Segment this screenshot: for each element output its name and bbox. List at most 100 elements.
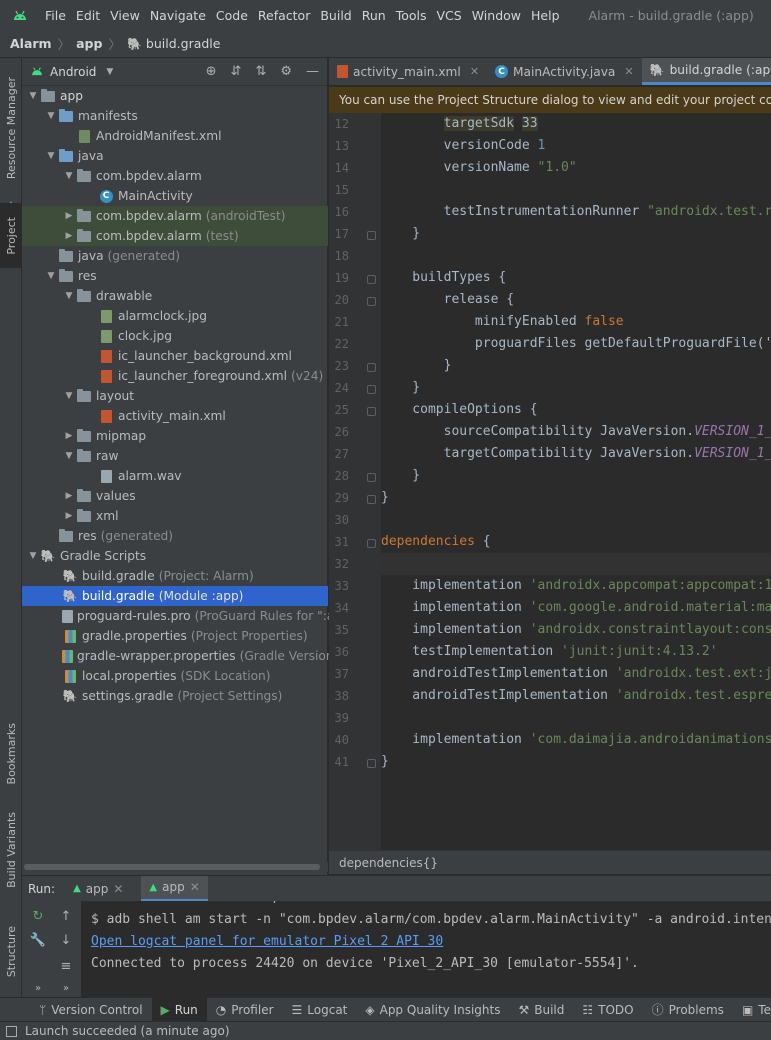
chevron-right-icon[interactable]: ▶ bbox=[62, 491, 76, 501]
chevron-down-icon[interactable]: ▼ bbox=[44, 271, 58, 281]
menu-help[interactable]: Help bbox=[526, 8, 565, 23]
code-editor[interactable]: targetSdk 33 versionCode 1 versionName "… bbox=[381, 113, 771, 850]
tab-build-gradle[interactable]: 🐘build.gradle (:app)✕ bbox=[641, 58, 771, 85]
arrow-down-icon[interactable]: ↓ bbox=[56, 931, 76, 949]
chevron-right-icon[interactable]: ▶ bbox=[62, 431, 76, 441]
tree-item[interactable]: C MainActivity bbox=[22, 186, 328, 206]
chevron-down-icon[interactable]: ▼ bbox=[106, 67, 113, 77]
status-message[interactable]: Launch succeeded (a minute ago) bbox=[25, 1024, 230, 1038]
tree-item[interactable]: ▼ 🐘 Gradle Scripts bbox=[22, 546, 328, 566]
tree-item[interactable]: gradle-wrapper.properties (Gradle Version… bbox=[22, 646, 338, 666]
menu-view[interactable]: View bbox=[105, 8, 145, 23]
bookmarks-tab[interactable]: Bookmarks bbox=[0, 714, 22, 794]
fold-marker-icon[interactable] bbox=[367, 407, 376, 416]
close-icon[interactable]: ✕ bbox=[190, 880, 200, 894]
menu-vcs[interactable]: VCS bbox=[432, 8, 467, 23]
tree-item[interactable]: ▼ app bbox=[22, 86, 328, 106]
breadcrumb-file[interactable]: build.gradle bbox=[146, 36, 221, 51]
tree-item[interactable]: ▶ com.bpdev.alarm (test) bbox=[22, 226, 328, 246]
soft-wrap-icon[interactable]: ≡ bbox=[56, 957, 76, 975]
app-quality-insights-tab[interactable]: ◈ App Quality Insights bbox=[356, 998, 509, 1022]
tree-item[interactable]: proguard-rules.pro (ProGuard Rules for ":… bbox=[22, 606, 360, 626]
build-tab[interactable]: ⚒ Build bbox=[509, 998, 573, 1022]
breadcrumb-project[interactable]: Alarm bbox=[10, 36, 52, 51]
tree-item[interactable]: 🐘 settings.gradle (Project Settings) bbox=[22, 686, 328, 706]
menu-window[interactable]: Window bbox=[467, 8, 526, 23]
menu-file[interactable]: File bbox=[40, 8, 71, 23]
more-icon[interactable]: » bbox=[28, 979, 48, 997]
chevron-down-icon[interactable]: ▼ bbox=[44, 151, 58, 161]
fold-marker-icon[interactable] bbox=[367, 495, 376, 504]
close-icon[interactable]: ✕ bbox=[113, 882, 123, 896]
structure-tab[interactable]: Structure bbox=[0, 916, 22, 988]
tree-item[interactable]: ▼ raw bbox=[22, 446, 328, 466]
expand-all-icon[interactable]: ⇵ bbox=[231, 64, 242, 79]
profiler-tab[interactable]: ◔ Profiler bbox=[207, 998, 283, 1022]
menu-run[interactable]: Run bbox=[357, 8, 391, 23]
chevron-down-icon[interactable]: ▼ bbox=[62, 291, 76, 301]
fold-marker-icon[interactable] bbox=[367, 275, 376, 284]
chevron-right-icon[interactable]: ▶ bbox=[62, 211, 76, 221]
wrench-icon[interactable]: 🔧 bbox=[28, 931, 48, 949]
tree-item[interactable]: ▼ res bbox=[22, 266, 328, 286]
tree-item[interactable]: ▶ values bbox=[22, 486, 328, 506]
menu-refactor[interactable]: Refactor bbox=[253, 8, 315, 23]
chevron-right-icon[interactable]: ▶ bbox=[62, 231, 76, 241]
tree-item[interactable]: activity_main.xml bbox=[22, 406, 328, 426]
tree-item[interactable]: clock.jpg bbox=[22, 326, 328, 346]
tree-item[interactable]: java (generated) bbox=[22, 246, 328, 266]
run-tab-app-active[interactable]: ▲ app ✕ bbox=[141, 875, 208, 902]
chevron-down-icon[interactable]: ▼ bbox=[62, 171, 76, 181]
project-tab[interactable]: Project bbox=[0, 203, 22, 268]
tree-item[interactable]: ▶ xml bbox=[22, 506, 328, 526]
close-icon[interactable]: ✕ bbox=[470, 65, 479, 78]
close-icon[interactable]: ✕ bbox=[624, 65, 633, 78]
chevron-down-icon[interactable]: ▼ bbox=[62, 451, 76, 461]
menu-code[interactable]: Code bbox=[211, 8, 253, 23]
fold-marker-icon[interactable] bbox=[367, 297, 376, 306]
tree-item[interactable]: alarm.wav bbox=[22, 466, 328, 486]
logcat-tab[interactable]: ☰ Logcat bbox=[283, 998, 357, 1022]
menu-edit[interactable]: Edit bbox=[71, 8, 105, 23]
tree-item[interactable]: ▼ drawable bbox=[22, 286, 328, 306]
tree-item[interactable]: AndroidManifest.xml bbox=[22, 126, 328, 146]
terminal-tab[interactable]: ▣ Terminal bbox=[733, 998, 771, 1022]
tree-item[interactable]: local.properties (SDK Location) bbox=[22, 666, 328, 686]
resource-manager-tab[interactable]: Resource Manager bbox=[0, 66, 22, 191]
tree-item[interactable]: ▼ manifests bbox=[22, 106, 328, 126]
fold-marker-icon[interactable] bbox=[367, 759, 376, 768]
editor-breadcrumb[interactable]: dependencies{} bbox=[329, 850, 771, 874]
menu-navigate[interactable]: Navigate bbox=[145, 8, 211, 23]
tree-item[interactable]: 🐘 build.gradle (Project: Alarm) bbox=[22, 566, 328, 586]
tab-activity-main[interactable]: activity_main.xml ✕ bbox=[329, 58, 487, 85]
chevron-down-icon[interactable]: ▼ bbox=[26, 551, 40, 561]
build-variants-tab[interactable]: Build Variants bbox=[0, 810, 22, 890]
more-icon[interactable]: » bbox=[56, 979, 76, 997]
tree-item[interactable]: ▶ mipmap bbox=[22, 426, 328, 446]
tree-item[interactable]: ▶ com.bpdev.alarm (androidTest) bbox=[22, 206, 328, 226]
chevron-down-icon[interactable]: ▼ bbox=[44, 111, 58, 121]
collapse-all-icon[interactable]: ⇅ bbox=[255, 64, 266, 79]
tree-item[interactable]: gradle.properties (Project Properties) bbox=[22, 626, 328, 646]
rerun-icon[interactable]: ↻ bbox=[28, 907, 48, 925]
gear-icon[interactable]: ⚙ bbox=[280, 64, 292, 79]
breadcrumb-module[interactable]: app bbox=[76, 36, 102, 51]
chevron-down-icon[interactable]: ▼ bbox=[26, 91, 40, 101]
todo-tab[interactable]: ☷ TODO bbox=[573, 998, 642, 1022]
hide-icon[interactable]: — bbox=[306, 64, 319, 79]
menu-build[interactable]: Build bbox=[315, 8, 356, 23]
open-logcat-link[interactable]: Open logcat panel for emulator Pixel 2 A… bbox=[91, 931, 443, 953]
fold-marker-icon[interactable] bbox=[367, 473, 376, 482]
chevron-right-icon[interactable]: ▶ bbox=[62, 511, 76, 521]
project-view-selector[interactable]: Android bbox=[50, 65, 96, 79]
chevron-down-icon[interactable]: ▼ bbox=[62, 391, 76, 401]
run-tab[interactable]: ▶ Run bbox=[151, 997, 207, 1022]
tree-item[interactable]: alarmclock.jpg bbox=[22, 306, 328, 326]
tree-item[interactable]: ▼ layout bbox=[22, 386, 328, 406]
fold-marker-icon[interactable] bbox=[367, 539, 376, 548]
tree-item[interactable]: res (generated) bbox=[22, 526, 328, 546]
version-control-tab[interactable]: ᛘ Version Control bbox=[30, 998, 152, 1022]
fold-marker-icon[interactable] bbox=[367, 231, 376, 240]
problems-tab[interactable]: ⓘ Problems bbox=[643, 998, 733, 1022]
tree-item[interactable]: ic_launcher_background.xml bbox=[22, 346, 328, 366]
